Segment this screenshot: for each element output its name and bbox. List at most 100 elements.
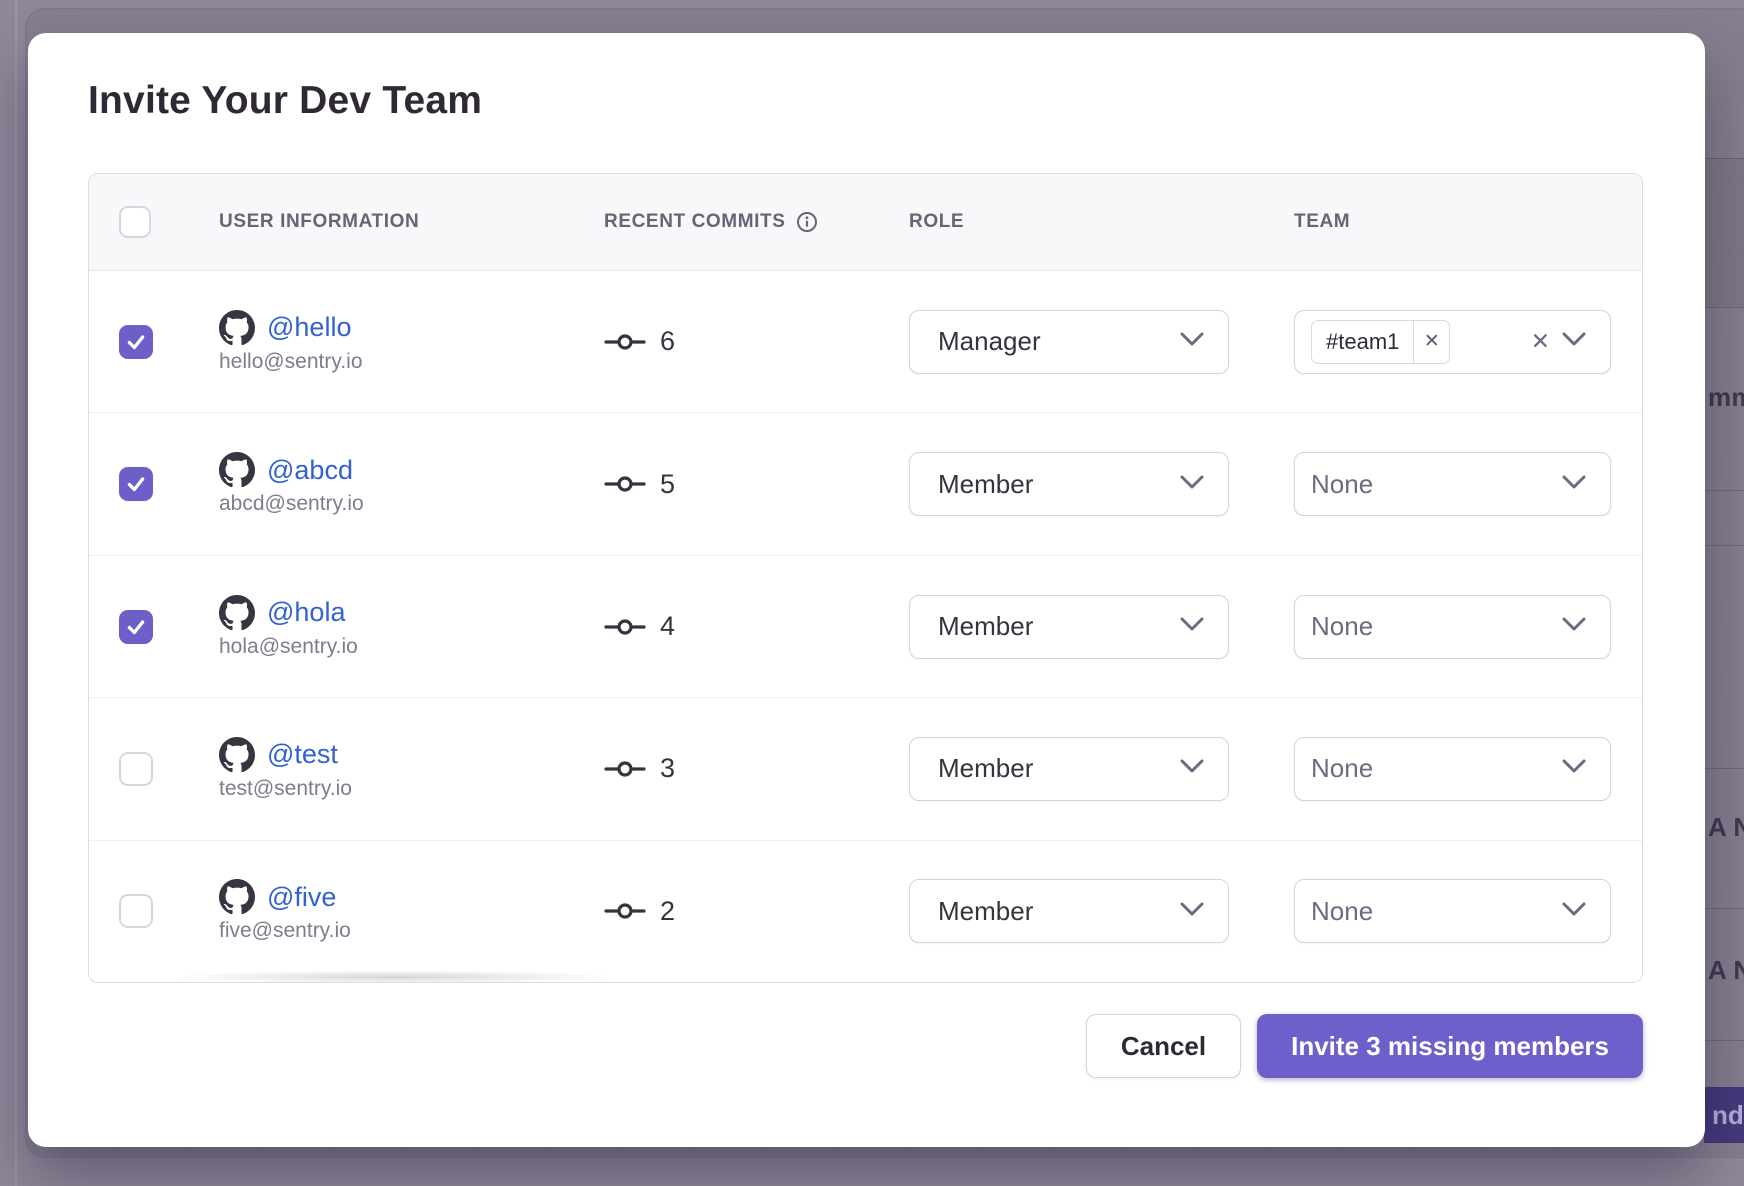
- background-left-stripe: [15, 0, 17, 1186]
- chevron-down-icon: [1562, 475, 1586, 494]
- chevron-down-icon: [1180, 759, 1204, 778]
- team-select[interactable]: ✕ None ✕: [1294, 737, 1611, 801]
- team-select-value: None: [1311, 611, 1462, 642]
- team-select-value: None: [1311, 753, 1462, 784]
- cancel-button[interactable]: Cancel: [1086, 1014, 1241, 1078]
- user-information-cell: @five five@sentry.io: [219, 879, 604, 943]
- table-row: @test test@sentry.io 3 Member: [89, 697, 1642, 839]
- row-checkbox-cell: [89, 752, 219, 786]
- role-cell: Manager: [909, 310, 1294, 374]
- recent-commits-cell: 6: [604, 326, 909, 357]
- team-select[interactable]: ✕ None ✕: [1294, 879, 1611, 943]
- role-select[interactable]: Manager: [909, 310, 1229, 374]
- row-checkbox[interactable]: [119, 610, 153, 644]
- background-button-fragment: nd: [1704, 1087, 1744, 1143]
- table-row: @abcd abcd@sentry.io 5 Member: [89, 412, 1642, 554]
- role-select[interactable]: Member: [909, 595, 1229, 659]
- chevron-down-icon: [1180, 617, 1204, 636]
- role-select-value: Member: [938, 611, 1168, 642]
- team-select[interactable]: ✕ None ✕: [1294, 452, 1611, 516]
- recent-commits-cell: 2: [604, 896, 909, 927]
- commit-count: 3: [660, 753, 675, 784]
- row-checkbox[interactable]: [119, 467, 153, 501]
- github-icon: [219, 452, 255, 488]
- team-select[interactable]: ✕ None ✕: [1294, 595, 1611, 659]
- user-handle-link[interactable]: @hola: [267, 597, 345, 628]
- role-cell: Member: [909, 737, 1294, 801]
- user-email: five@sentry.io: [219, 919, 604, 943]
- background-row-divider: [1700, 545, 1744, 546]
- user-information-cell: @hola hola@sentry.io: [219, 595, 604, 659]
- github-icon: [219, 737, 255, 773]
- role-select[interactable]: Member: [909, 452, 1229, 516]
- user-email: hello@sentry.io: [219, 350, 604, 374]
- team-cell: ✕ None ✕: [1294, 452, 1642, 516]
- role-select[interactable]: Member: [909, 737, 1229, 801]
- check-icon: [125, 331, 147, 353]
- chevron-down-icon: [1180, 332, 1204, 351]
- git-commit-icon: [604, 614, 646, 640]
- header-team: TEAM: [1294, 211, 1642, 233]
- team-select[interactable]: #team1 ✕ ✕: [1294, 310, 1611, 374]
- header-role: ROLE: [909, 211, 1294, 233]
- header-user-information: USER INFORMATION: [219, 211, 604, 233]
- row-checkbox-cell: [89, 610, 219, 644]
- check-icon: [125, 473, 147, 495]
- user-information-cell: @abcd abcd@sentry.io: [219, 452, 604, 516]
- team-cell: ✕ None ✕: [1294, 879, 1642, 943]
- chevron-down-icon: [1562, 759, 1586, 778]
- commit-count: 4: [660, 611, 675, 642]
- chevron-down-icon: [1562, 332, 1586, 351]
- table-header-row: USER INFORMATION RECENT COMMITS ROLE TEA…: [89, 174, 1642, 271]
- recent-commits-cell: 3: [604, 753, 909, 784]
- table-row: @hello hello@sentry.io 6 Manager: [89, 271, 1642, 412]
- role-cell: Member: [909, 595, 1294, 659]
- role-select-value: Member: [938, 753, 1168, 784]
- check-icon: [125, 616, 147, 638]
- user-email: test@sentry.io: [219, 777, 604, 801]
- table-row: @five five@sentry.io 2 Member: [89, 840, 1642, 982]
- commit-count: 5: [660, 469, 675, 500]
- tag-remove-icon[interactable]: ✕: [1413, 321, 1449, 363]
- role-select[interactable]: Member: [909, 879, 1229, 943]
- role-select-value: Member: [938, 896, 1168, 927]
- row-checkbox-cell: [89, 894, 219, 928]
- user-handle-link[interactable]: @hello: [267, 312, 351, 343]
- modal-footer: Cancel Invite 3 missing members: [88, 1014, 1643, 1078]
- team-select-value: None: [1311, 469, 1462, 500]
- header-recent-commits: RECENT COMMITS: [604, 211, 909, 233]
- chevron-down-icon: [1562, 617, 1586, 636]
- user-handle-link[interactable]: @abcd: [267, 455, 353, 486]
- user-email: abcd@sentry.io: [219, 492, 604, 516]
- role-cell: Member: [909, 452, 1294, 516]
- info-icon[interactable]: [796, 211, 818, 233]
- row-checkbox[interactable]: [119, 752, 153, 786]
- commit-count: 2: [660, 896, 675, 927]
- select-all-checkbox[interactable]: [119, 206, 151, 238]
- team-cell: #team1 ✕ ✕: [1294, 310, 1642, 374]
- background-row-divider: [1700, 1040, 1744, 1041]
- user-handle-link[interactable]: @five: [267, 882, 336, 913]
- clear-icon[interactable]: ✕: [1531, 328, 1550, 355]
- row-checkbox[interactable]: [119, 325, 153, 359]
- user-handle-link[interactable]: @test: [267, 739, 338, 770]
- github-icon: [219, 595, 255, 631]
- github-icon: [219, 879, 255, 915]
- user-information-cell: @hello hello@sentry.io: [219, 310, 604, 374]
- background-text-fragment: A No: [1708, 812, 1744, 843]
- team-cell: ✕ None ✕: [1294, 737, 1642, 801]
- team-tag-pill: #team1 ✕: [1311, 320, 1450, 364]
- team-tag-label: #team1: [1312, 329, 1413, 355]
- table-row: @hola hola@sentry.io 4 Member: [89, 555, 1642, 697]
- row-checkbox-cell: [89, 467, 219, 501]
- row-checkbox[interactable]: [119, 894, 153, 928]
- background-text-fragment: mmit: [1708, 382, 1744, 413]
- git-commit-icon: [604, 471, 646, 497]
- background-row-divider: [1700, 307, 1744, 308]
- role-select-value: Manager: [938, 326, 1168, 357]
- commit-count: 6: [660, 326, 675, 357]
- select-all-cell: [89, 206, 219, 238]
- invite-members-button[interactable]: Invite 3 missing members: [1257, 1014, 1643, 1078]
- role-select-value: Member: [938, 469, 1168, 500]
- members-table: USER INFORMATION RECENT COMMITS ROLE TEA…: [88, 173, 1643, 983]
